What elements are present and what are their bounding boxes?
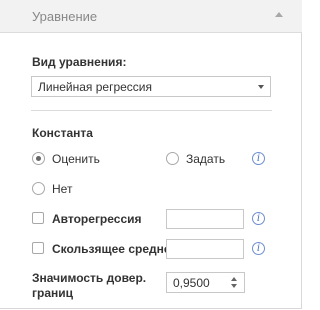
autoregression-label[interactable]: Авторегрессия xyxy=(52,212,142,226)
confidence-stepper[interactable]: 0,9500 xyxy=(166,272,245,293)
radio-none[interactable] xyxy=(32,182,45,195)
panel-header[interactable]: Уравнение xyxy=(0,0,302,33)
confidence-value: 0,9500 xyxy=(173,276,210,290)
collapse-icon[interactable] xyxy=(275,12,283,17)
step-up-icon[interactable] xyxy=(231,277,237,281)
moving-average-input[interactable] xyxy=(166,239,244,259)
confidence-label-line2: границ xyxy=(32,286,74,300)
autoregression-checkbox[interactable] xyxy=(32,212,44,224)
moving-average-checkbox[interactable] xyxy=(32,242,44,254)
radio-estimate-label[interactable]: Оценить xyxy=(52,152,100,166)
radio-set-label[interactable]: Задать xyxy=(186,152,225,166)
radio-none-label[interactable]: Нет xyxy=(52,182,72,196)
equation-type-select[interactable]: Линейная регрессия xyxy=(31,76,271,97)
info-icon[interactable]: i xyxy=(252,242,265,255)
confidence-label-line1: Значимость довер. xyxy=(32,271,147,285)
radio-estimate[interactable] xyxy=(32,152,45,165)
constant-label: Константа xyxy=(32,126,93,140)
panel-title: Уравнение xyxy=(32,9,98,24)
equation-type-label: Вид уравнения: xyxy=(32,55,127,69)
step-down-icon[interactable] xyxy=(231,284,237,288)
equation-panel: Уравнение Вид уравнения: Линейная регрес… xyxy=(0,0,302,309)
dropdown-arrow-icon xyxy=(258,85,264,89)
divider xyxy=(31,110,272,111)
moving-average-label[interactable]: Скользящее среднее xyxy=(52,242,177,256)
autoregression-input[interactable] xyxy=(166,209,244,229)
info-icon[interactable]: i xyxy=(252,152,265,165)
radio-set[interactable] xyxy=(166,152,179,165)
equation-type-value: Линейная регрессия xyxy=(38,80,152,94)
info-icon[interactable]: i xyxy=(252,212,265,225)
